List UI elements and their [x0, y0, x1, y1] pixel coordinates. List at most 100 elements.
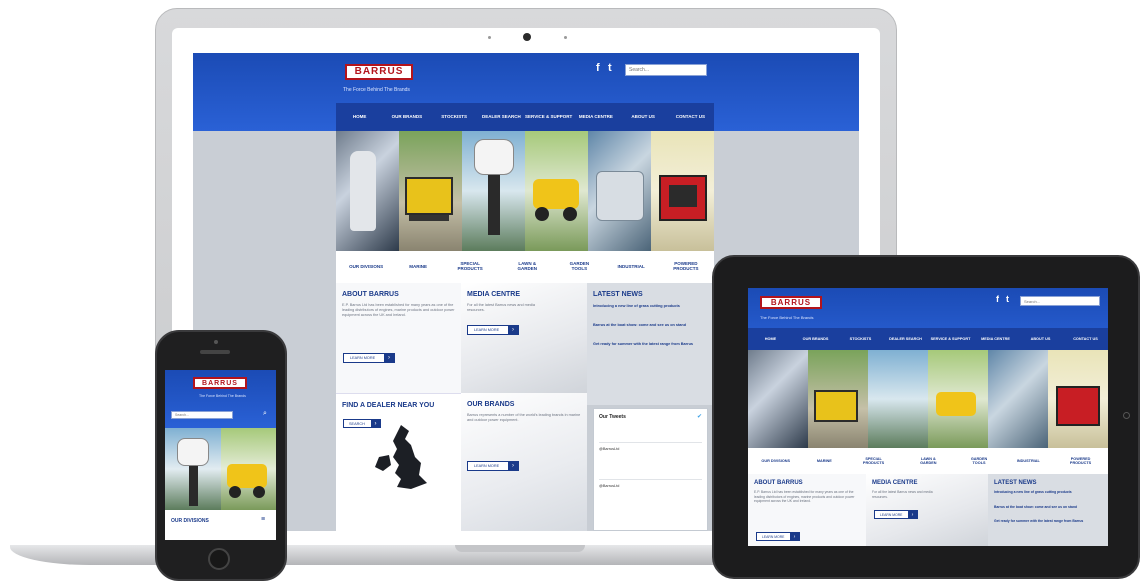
tablet-nav-dealer-search[interactable]: DEALER SEARCH [883, 328, 928, 350]
hero-outboard-engine-image [336, 131, 399, 251]
nav-item-about-us[interactable]: ABOUT US [620, 103, 667, 131]
tablet-division-special-products[interactable]: SPECIAL PRODUCTS [859, 457, 889, 465]
hero-garden-machine-image [399, 131, 462, 251]
tablet-division-powered-products[interactable]: POWERED PRODUCTS [1067, 457, 1095, 465]
tablet-screen: BARRUS The Force Behind The Brands f t H… [748, 288, 1108, 546]
phone-search-input[interactable] [171, 411, 233, 419]
tablet-hero-banner[interactable] [748, 350, 1108, 448]
tablet-news-panel: LATEST NEWS Introducing a new line of gr… [988, 474, 1108, 546]
dealer-title: FIND A DEALER NEAR YOU [342, 402, 435, 409]
hero-banner[interactable] [336, 131, 714, 251]
tablet-about-title: ABOUT BARRUS [754, 480, 803, 486]
tablet-division-industrial[interactable]: INDUSTRIAL [1017, 459, 1040, 463]
media-text: For all the latest Barrus news and media… [467, 303, 535, 313]
tablet-about-learn-more-button[interactable]: LEARN MORE › [756, 532, 800, 541]
laptop-camera [523, 33, 531, 41]
hero-outboard-motor-image [462, 131, 525, 251]
twitter-icon[interactable]: t [1006, 294, 1009, 304]
uk-map-icon[interactable] [371, 423, 431, 495]
division-lawn-garden[interactable]: LAWN & GARDEN [513, 261, 541, 272]
site-tagline: The Force Behind The Brands [343, 87, 410, 93]
tablet-nav-home[interactable]: HOME [748, 328, 793, 350]
phone-divisions-heading[interactable]: OUR DIVISIONS [171, 518, 209, 524]
news-item[interactable]: Introducing a new line of grass cutting … [593, 304, 708, 309]
nav-item-home[interactable]: HOME [336, 103, 383, 131]
phone-logo[interactable]: BARRUS [193, 377, 247, 389]
dealer-search-label: SEARCH [349, 421, 365, 426]
chevron-right-icon: › [908, 511, 917, 518]
laptop-hinge-notch [455, 545, 585, 552]
about-text: E.P. Barrus Ltd has been established for… [342, 303, 455, 318]
news-item[interactable]: Get ready for summer with the latest ran… [593, 342, 708, 347]
nav-item-our-brands[interactable]: OUR BRANDS [383, 103, 430, 131]
news-title: LATEST NEWS [593, 291, 643, 298]
laptop-sensor [488, 36, 491, 39]
about-learn-more-button[interactable]: LEARN MORE › [343, 353, 395, 363]
search-input[interactable] [625, 64, 707, 76]
tablet-nav-our-brands[interactable]: OUR BRANDS [793, 328, 838, 350]
twitter-icon: ✔ [696, 414, 702, 420]
news-item[interactable]: Barrus at the boat show: come and see us… [593, 323, 708, 328]
search-icon[interactable]: ⌕ [263, 410, 267, 418]
about-learn-more-label: LEARN MORE [350, 356, 376, 360]
menu-icon[interactable]: ≡ [261, 516, 265, 523]
phone-tagline: The Force Behind The Brands [199, 394, 246, 398]
division-our-divisions[interactable]: OUR DIVISIONS [349, 264, 383, 270]
twitter-icon[interactable]: t [608, 62, 612, 74]
tablet-outboard-engine-image [748, 350, 808, 448]
facebook-icon[interactable]: f [996, 294, 999, 304]
tablet-nav-service-support[interactable]: SERVICE & SUPPORT [928, 328, 973, 350]
laptop-sensor [564, 36, 567, 39]
tablet-tagline: The Force Behind The Brands [760, 315, 814, 320]
nav-item-dealer-search[interactable]: DEALER SEARCH [478, 103, 525, 131]
tweet-item[interactable]: @BarrusLtd [599, 442, 702, 451]
chevron-right-icon: › [384, 354, 394, 362]
device-mockup-scene: BARRUS The Force Behind The Brands f t H… [0, 0, 1140, 581]
brands-learn-more-button[interactable]: LEARN MORE › [467, 461, 519, 471]
tablet-news-item[interactable]: Introducing a new line of grass cutting … [994, 490, 1102, 495]
tablet-nav-media-centre[interactable]: MEDIA CENTRE [973, 328, 1018, 350]
nav-item-service-support[interactable]: SERVICE & SUPPORT [525, 103, 572, 131]
tweets-widget[interactable]: Our Tweets ✔ @BarrusLtd @BarrusLtd [593, 408, 708, 531]
division-special-products[interactable]: SPECIAL PRODUCTS [453, 261, 487, 272]
nav-item-contact-us[interactable]: CONTACT US [667, 103, 714, 131]
main-nav: HOME OUR BRANDS STOCKISTS DEALER SEARCH … [336, 103, 714, 131]
tablet-lawn-mower-image [928, 350, 988, 448]
tablet-news-item[interactable]: Get ready for summer with the latest ran… [994, 519, 1102, 524]
tablet-nav-stockists[interactable]: STOCKISTS [838, 328, 883, 350]
tablet-division-lawn-garden[interactable]: LAWN & GARDEN [915, 457, 941, 465]
tablet-logo[interactable]: BARRUS [760, 296, 822, 309]
tablet-division-marine[interactable]: MARINE [817, 459, 832, 463]
division-powered-products[interactable]: POWERED PRODUCTS [671, 261, 701, 272]
tablet-divisions-nav: OUR DIVISIONS MARINE SPECIAL PRODUCTS LA… [748, 448, 1108, 474]
tablet-nav-contact-us[interactable]: CONTACT US [1063, 328, 1108, 350]
tablet-division-garden-tools[interactable]: GARDEN TOOLS [968, 457, 990, 465]
site-logo[interactable]: BARRUS [345, 64, 413, 80]
about-title: ABOUT BARRUS [342, 291, 399, 298]
tablet-outboard-motor-image [868, 350, 928, 448]
facebook-icon[interactable]: f [596, 62, 600, 74]
nav-item-stockists[interactable]: STOCKISTS [431, 103, 478, 131]
tweet-item[interactable]: @BarrusLtd [599, 479, 702, 488]
division-industrial[interactable]: INDUSTRIAL [618, 264, 645, 270]
tablet-news-item[interactable]: Barrus at the boat show: come and see us… [994, 505, 1102, 510]
tablet-division-our-divisions[interactable]: OUR DIVISIONS [761, 459, 790, 463]
phone-home-button[interactable] [208, 548, 230, 570]
tablet-nav-about-us[interactable]: ABOUT US [1018, 328, 1063, 350]
tablet-media-learn-more-label: LEARN MORE [880, 512, 903, 517]
division-marine[interactable]: MARINE [409, 264, 427, 270]
phone-speaker [200, 350, 230, 354]
tablet-media-title: MEDIA CENTRE [872, 480, 918, 486]
phone-camera [214, 340, 218, 344]
division-garden-tools[interactable]: GARDEN TOOLS [567, 261, 591, 272]
nav-item-media-centre[interactable]: MEDIA CENTRE [572, 103, 619, 131]
tablet-nav: HOME OUR BRANDS STOCKISTS DEALER SEARCH … [748, 328, 1108, 350]
divisions-nav: OUR DIVISIONS MARINE SPECIAL PRODUCTS LA… [336, 251, 714, 283]
phone-hero-banner[interactable] [165, 428, 276, 510]
tablet-about-text: E.P. Barrus Ltd has been established for… [754, 490, 855, 504]
tablet-home-button[interactable] [1123, 412, 1130, 419]
tablet-search-input[interactable] [1020, 296, 1100, 306]
tablet-media-text: For all the latest Barrus news and media… [872, 490, 933, 499]
tablet-media-learn-more-button[interactable]: LEARN MORE › [874, 510, 918, 519]
media-learn-more-button[interactable]: LEARN MORE › [467, 325, 519, 335]
